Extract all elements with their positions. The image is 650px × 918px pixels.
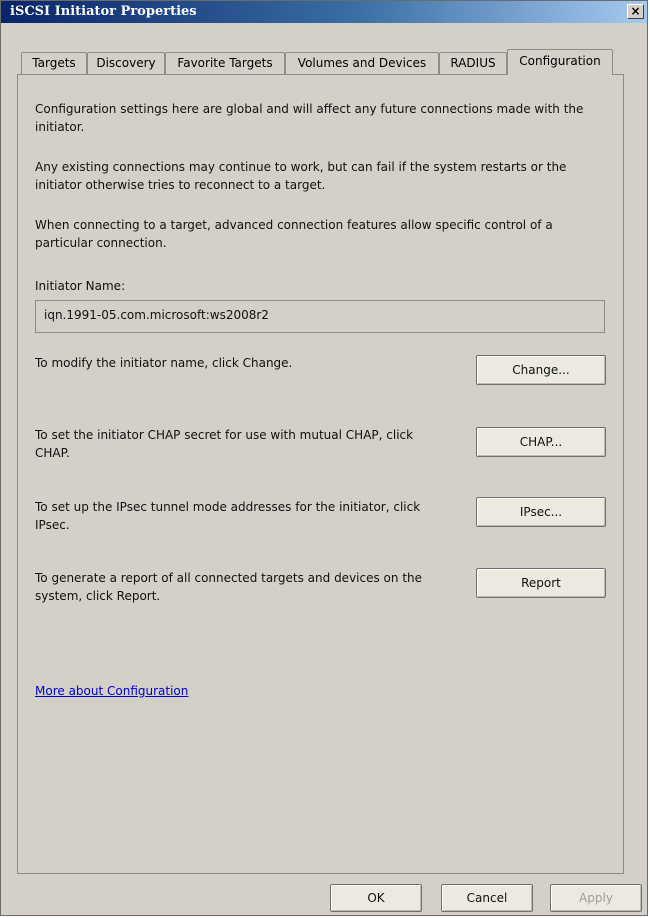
change-description: To modify the initiator name, click Chan… (35, 356, 293, 370)
chap-button[interactable]: CHAP... (476, 427, 606, 457)
intro-text-1: Configuration settings here are global a… (35, 102, 584, 134)
more-about-configuration-link[interactable]: More about Configuration (35, 684, 188, 698)
change-button[interactable]: Change... (476, 355, 606, 385)
tab-discovery[interactable]: Discovery (87, 52, 165, 74)
tab-favorite-targets[interactable]: Favorite Targets (165, 52, 285, 74)
tab-configuration[interactable]: Configuration (507, 49, 613, 75)
report-description: To generate a report of all connected ta… (35, 571, 423, 603)
tab-radius[interactable]: RADIUS (439, 52, 507, 74)
title-bar[interactable]: iSCSI Initiator Properties × (1, 1, 647, 23)
cancel-button[interactable]: Cancel (441, 884, 533, 912)
apply-button[interactable]: Apply (550, 884, 642, 912)
close-icon: × (630, 4, 641, 18)
dialog-window: iSCSI Initiator Properties × Targets Dis… (0, 0, 648, 916)
ok-button[interactable]: OK (330, 884, 422, 912)
initiator-name-field[interactable]: iqn.1991-05.com.microsoft:ws2008r2 (35, 300, 605, 333)
close-button[interactable]: × (627, 4, 644, 19)
tab-volumes-and-devices[interactable]: Volumes and Devices (285, 52, 439, 74)
chap-description: To set the initiator CHAP secret for use… (35, 428, 414, 460)
intro-text-2: Any existing connections may continue to… (35, 160, 567, 192)
intro-text-3: When connecting to a target, advanced co… (35, 218, 553, 250)
tab-targets[interactable]: Targets (21, 52, 87, 74)
configuration-panel: Configuration settings here are global a… (17, 74, 624, 874)
report-button[interactable]: Report (476, 568, 606, 598)
ipsec-description: To set up the IPsec tunnel mode addresse… (35, 500, 421, 532)
ipsec-button[interactable]: IPsec... (476, 497, 606, 527)
initiator-name-label: Initiator Name: (35, 279, 126, 293)
window-title: iSCSI Initiator Properties (10, 4, 197, 19)
